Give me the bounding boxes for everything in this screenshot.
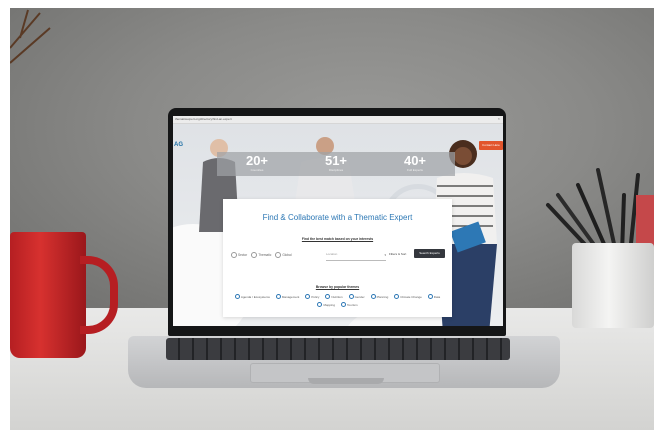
- radio-label: Global: [282, 253, 292, 257]
- close-icon[interactable]: ×: [498, 116, 500, 121]
- theme-icon: [317, 302, 323, 307]
- stat-label: Disciplines: [328, 168, 344, 172]
- theme-icon: [370, 294, 376, 299]
- radio-group: Sector Thematic Global: [231, 252, 292, 258]
- select-placeholder: Location: [326, 252, 338, 256]
- theme-item[interactable]: Gender: [348, 294, 365, 299]
- theme-label: Management: [281, 294, 300, 299]
- red-mug: [10, 232, 86, 358]
- theme-icon: [234, 294, 240, 299]
- pencils: [546, 168, 654, 255]
- theme-icon: [305, 294, 311, 299]
- theme-label: Mapping: [323, 302, 335, 307]
- theme-item[interactable]: Tourism: [341, 302, 358, 307]
- chevron-down-icon: ▾: [384, 253, 386, 257]
- theme-item[interactable]: Nutrition: [325, 294, 343, 299]
- radio-label: Sector: [238, 253, 248, 257]
- theme-label: Gender: [354, 294, 365, 299]
- theme-icon: [275, 294, 281, 299]
- radio-label: Thematic: [258, 253, 272, 257]
- site-logo[interactable]: AG: [174, 142, 183, 148]
- branch-decoration: [10, 9, 51, 64]
- stat-label: Full Experts: [407, 168, 423, 172]
- url-bar[interactable]: thematicexpert.org/directory/find-an-exp…: [175, 117, 232, 121]
- theme-item[interactable]: Data: [427, 294, 441, 299]
- theme-item[interactable]: Management: [275, 294, 300, 299]
- radio-icon[interactable]: [275, 252, 282, 258]
- theme-label: Policy: [311, 294, 320, 299]
- browse-heading[interactable]: Browse by popular themes: [223, 285, 452, 289]
- theme-label: Agenda / Ecosystems: [240, 294, 270, 299]
- pencil-cup: [572, 243, 654, 328]
- theme-item[interactable]: Agenda / Ecosystems: [234, 294, 270, 299]
- theme-label: Climate Change: [400, 294, 422, 299]
- contact-button[interactable]: Contact Here: [479, 141, 503, 150]
- radio-sector[interactable]: Sector: [231, 252, 247, 258]
- stat-countries: 20+ Countries: [217, 152, 297, 176]
- desk-photo: thematicexpert.org/directory/find-an-exp…: [0, 0, 654, 430]
- theme-icon: [427, 294, 433, 299]
- theme-item[interactable]: Climate Change: [394, 294, 422, 299]
- theme-item[interactable]: Mapping: [317, 302, 335, 307]
- theme-item[interactable]: Planning: [370, 294, 389, 299]
- theme-label: Planning: [376, 294, 389, 299]
- stat-value: 20+: [245, 153, 269, 168]
- stat-label: Countries: [250, 168, 264, 172]
- stat-disciplines: 51+ Disciplines: [297, 152, 375, 176]
- laptop-screen: thematicexpert.org/directory/find-an-exp…: [173, 116, 503, 326]
- browser-bar: thematicexpert.org/directory/find-an-exp…: [173, 116, 503, 124]
- location-select[interactable]: Location ▾: [326, 252, 386, 261]
- theme-label: Nutrition: [331, 294, 343, 299]
- search-card: Find & Collaborate with a Thematic Exper…: [223, 199, 452, 317]
- stat-value: 40+: [403, 153, 427, 168]
- theme-label: Data: [433, 294, 441, 299]
- radio-icon[interactable]: [231, 252, 237, 258]
- theme-item[interactable]: Policy: [305, 294, 319, 299]
- theme-list: Agenda / Ecosystems Management Policy Nu…: [231, 294, 444, 307]
- search-experts-button[interactable]: Search Experts: [414, 249, 445, 258]
- radio-thematic[interactable]: Thematic: [251, 252, 271, 258]
- card-title: Find & Collaborate with a Thematic Exper…: [262, 213, 413, 222]
- theme-icon: [394, 294, 400, 299]
- stat-value: 51+: [324, 153, 348, 168]
- card-subtitle[interactable]: Find the best match based on your intere…: [223, 237, 452, 241]
- theme-label: Tourism: [347, 302, 358, 307]
- laptop-notch: [308, 378, 384, 384]
- radio-global[interactable]: Global: [275, 252, 292, 258]
- hero-section: AG Contact Here 20+ Countries 51+ Discip…: [173, 124, 503, 326]
- laptop-keyboard: [166, 338, 510, 360]
- theme-icon: [348, 294, 354, 299]
- theme-icon: [341, 302, 346, 307]
- theme-icon: [325, 294, 331, 299]
- stat-experts: 40+ Full Experts: [375, 152, 455, 176]
- radio-icon[interactable]: [251, 252, 258, 258]
- filter-label[interactable]: Filters & Sort: [389, 252, 406, 256]
